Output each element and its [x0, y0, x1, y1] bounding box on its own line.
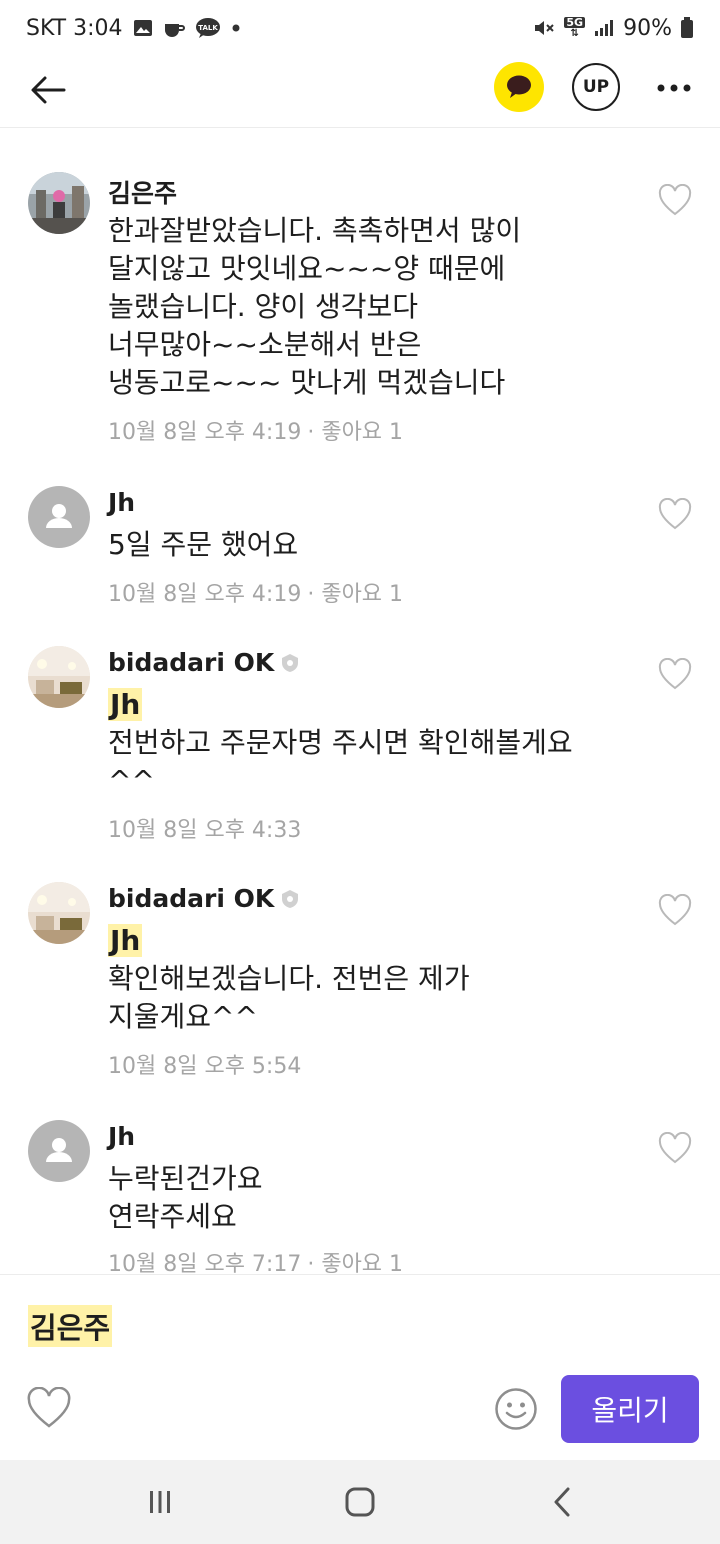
- emoticon-icon[interactable]: [494, 1387, 538, 1431]
- recents-button[interactable]: [138, 1480, 182, 1524]
- heart-icon[interactable]: [658, 1132, 692, 1166]
- avatar[interactable]: [28, 646, 90, 708]
- comment-meta: 10월 8일 오후 7:17 · 좋아요 1: [108, 1246, 403, 1274]
- battery-percent: 90%: [623, 15, 672, 41]
- comment-line: 지울게요^^: [108, 1000, 258, 1033]
- comment-line: 누락된건가요: [108, 1162, 263, 1195]
- avatar[interactable]: [28, 172, 90, 234]
- heart-icon[interactable]: [27, 1387, 71, 1431]
- back-button[interactable]: [26, 68, 70, 112]
- person-icon: [46, 504, 72, 528]
- comment-time: 10월 8일 오후 4:19: [108, 582, 302, 607]
- system-back-button[interactable]: [540, 1480, 584, 1524]
- status-bar: SKT 3:04 TALK 5G ⇅ 90%: [0, 0, 720, 56]
- comment-composer: 김은주 올리기: [0, 1274, 720, 1460]
- submit-button[interactable]: 올리기: [561, 1375, 699, 1443]
- person-icon: [46, 1138, 72, 1162]
- comment-body: 한과잘받았습니다. 촉촉하면서 많이 달지않고 맛잇네요~~~양 때문에 놀랬습…: [108, 212, 648, 402]
- battery-icon: [680, 17, 694, 39]
- avatar[interactable]: [28, 1120, 90, 1182]
- author-name: Jh: [108, 1122, 136, 1151]
- heart-icon[interactable]: [658, 894, 692, 928]
- signal-icon: [593, 18, 615, 38]
- back-icon: [554, 1487, 570, 1517]
- comment-line: ^^: [108, 764, 155, 797]
- comment-list: 김은주 한과잘받았습니다. 촉촉하면서 많이 달지않고 맛잇네요~~~양 때문에…: [0, 128, 720, 1274]
- mute-icon: [532, 17, 556, 39]
- comment-like-count[interactable]: · 좋아요 1: [307, 414, 403, 446]
- comment-author[interactable]: 김은주: [108, 174, 177, 210]
- comment-line: 확인해보겠습니다. 전번은 제가: [108, 962, 470, 995]
- comment-author[interactable]: bidadari OK: [108, 648, 300, 677]
- network-label: 5G: [564, 16, 586, 29]
- comment-line: 전번하고 주문자명 주시면 확인해볼게요: [108, 726, 573, 759]
- home-button[interactable]: [338, 1480, 382, 1524]
- more-options-button[interactable]: [652, 66, 696, 110]
- heart-icon[interactable]: [658, 498, 692, 532]
- comment-line: 냉동고로~~~ 맛나게 먹겠습니다: [108, 366, 506, 399]
- comment-body: Jh 전번하고 주문자명 주시면 확인해볼게요 ^^: [108, 686, 648, 800]
- top-app-bar: UP: [0, 56, 720, 128]
- comment-time: 10월 8일 오후 7:17: [108, 1252, 302, 1274]
- heart-icon[interactable]: [658, 658, 692, 692]
- comment-body: 5일 주문 했어요: [108, 526, 648, 564]
- comment-body: 누락된건가요 연락주세요: [108, 1160, 648, 1236]
- verified-badge-icon: [282, 889, 299, 908]
- system-navigation-bar: [0, 1460, 720, 1544]
- comment-like-count[interactable]: · 좋아요 1: [307, 576, 403, 608]
- comment-author[interactable]: bidadari OK: [108, 884, 300, 913]
- comment-line: 한과잘받았습니다. 촉촉하면서 많이: [108, 214, 522, 247]
- home-icon: [345, 1487, 375, 1517]
- comment-author[interactable]: Jh: [108, 1122, 135, 1151]
- author-name: bidadari OK: [108, 648, 275, 677]
- comment-meta: 10월 8일 오후 4:19 · 좋아요 1: [108, 576, 403, 608]
- network-5g-icon: 5G ⇅: [564, 16, 586, 39]
- comment-body: Jh 확인해보겠습니다. 전번은 제가 지울게요^^: [108, 922, 648, 1036]
- comment-meta: 10월 8일 오후 5:54: [108, 1048, 301, 1080]
- svg-text:TALK: TALK: [198, 24, 218, 32]
- comment-author[interactable]: Jh: [108, 488, 135, 517]
- carrier-time: SKT 3:04: [26, 15, 123, 41]
- chat-bubble-icon: [507, 75, 531, 98]
- comment-like-count[interactable]: · 좋아요 1: [307, 1246, 403, 1274]
- coffee-icon: [163, 18, 185, 38]
- recents-icon: [150, 1491, 170, 1513]
- comment-line: 5일 주문 했어요: [108, 528, 299, 561]
- arrow-left-icon: [31, 76, 66, 104]
- heart-icon[interactable]: [658, 184, 692, 218]
- verified-badge-icon: [282, 653, 299, 672]
- avatar[interactable]: [28, 486, 90, 548]
- mention-tag[interactable]: Jh: [108, 688, 143, 721]
- dot-icon: [231, 23, 241, 33]
- comment-line: 너무많아~~소분해서 반은: [108, 328, 422, 361]
- talk-icon: TALK: [195, 17, 221, 39]
- image-icon: [133, 18, 153, 38]
- comment-line: 달지않고 맛잇네요~~~양 때문에: [108, 252, 506, 285]
- kakao-talk-button[interactable]: [494, 62, 544, 112]
- up-button[interactable]: UP: [572, 63, 620, 111]
- comment-time: 10월 8일 오후 5:54: [108, 1054, 302, 1079]
- author-name: bidadari OK: [108, 884, 275, 913]
- mention-tag[interactable]: Jh: [108, 924, 143, 957]
- comment-meta: 10월 8일 오후 4:33: [108, 812, 301, 844]
- comment-line: 놀랬습니다. 양이 생각보다: [108, 290, 419, 323]
- more-dots-icon: [657, 84, 691, 92]
- comment-line: 연락주세요: [108, 1200, 237, 1233]
- reply-mention-input[interactable]: 김은주: [28, 1305, 113, 1347]
- comment-meta: 10월 8일 오후 4:19 · 좋아요 1: [108, 414, 403, 446]
- comment-time: 10월 8일 오후 4:19: [108, 420, 302, 445]
- comment-time: 10월 8일 오후 4:33: [108, 818, 302, 843]
- avatar[interactable]: [28, 882, 90, 944]
- author-name: Jh: [108, 488, 136, 517]
- author-name: 김은주: [108, 179, 178, 208]
